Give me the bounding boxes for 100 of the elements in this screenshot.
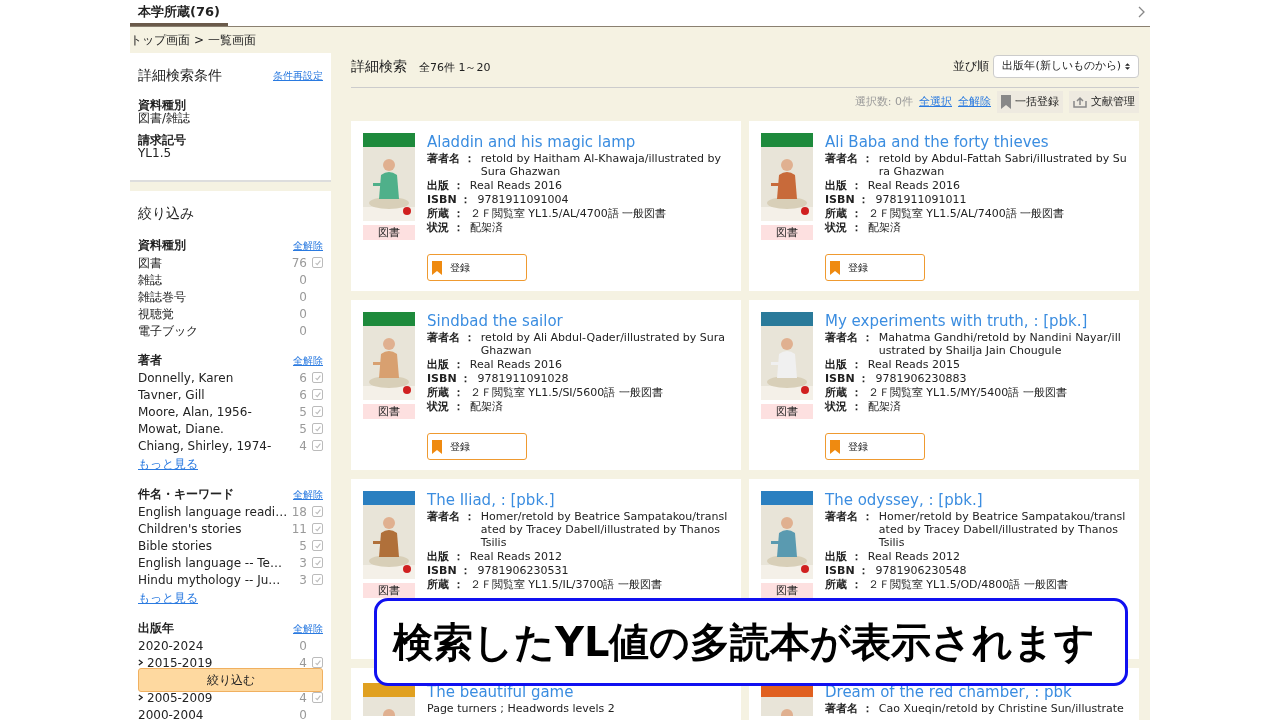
field-label: ISBN ： bbox=[427, 564, 472, 577]
field-label: 出版 ： bbox=[825, 179, 862, 192]
facet-count: 4 bbox=[299, 689, 307, 707]
register-button[interactable]: 登録 bbox=[825, 433, 925, 460]
show-more-link[interactable]: もっと見る bbox=[138, 589, 323, 607]
field-value: Real Reads 2015 bbox=[867, 358, 960, 371]
upload-icon bbox=[1073, 96, 1087, 108]
chevron-right-icon[interactable] bbox=[138, 694, 143, 701]
facet-label[interactable]: Tavner, Gill bbox=[138, 385, 300, 404]
facet-label[interactable]: 図書 bbox=[138, 253, 292, 272]
facet-label[interactable]: 雑誌巻号 bbox=[138, 287, 300, 306]
tab[interactable]: 本学所蔵(76) bbox=[130, 2, 228, 26]
facet-label[interactable]: 2000-2004 bbox=[138, 705, 300, 720]
checkbox[interactable] bbox=[312, 574, 323, 585]
facet-count: 6 bbox=[299, 369, 307, 387]
field-value: 9781906230531 bbox=[477, 564, 569, 577]
field-label: 出版 ： bbox=[825, 358, 862, 371]
facet-label[interactable]: Moore, Alan, 1956- bbox=[138, 402, 300, 421]
field-label: 著者名 ： bbox=[427, 331, 475, 346]
field-label: 出版 ： bbox=[427, 550, 464, 563]
clear-all-link[interactable]: 全解除 bbox=[958, 93, 991, 111]
facet-label[interactable]: Bible stories bbox=[138, 536, 300, 555]
book-title-link[interactable]: Sindbad the sailor bbox=[427, 312, 729, 330]
bookmark-icon bbox=[432, 260, 442, 275]
checkbox[interactable] bbox=[312, 692, 323, 703]
facet-label[interactable]: Hindu mythology -- Ju… bbox=[138, 570, 300, 589]
facet-label[interactable]: 電子ブック bbox=[138, 321, 300, 340]
book-title-link[interactable]: The odyssey, : [pbk.] bbox=[825, 491, 1127, 509]
field-value: 9781911091011 bbox=[875, 193, 967, 206]
field-label: 所蔵 ： bbox=[427, 207, 464, 220]
field-value: Real Reads 2012 bbox=[469, 550, 562, 563]
checkbox[interactable] bbox=[312, 523, 323, 534]
material-type-label: 図書 bbox=[363, 225, 415, 240]
facet-count: 4 bbox=[299, 437, 307, 455]
field-value: Homer/retold by Beatrice Sampatakou/translated by Tracey Dabell/illustrated by Thanos Tsilis bbox=[878, 510, 1127, 549]
facet-label[interactable]: English language readi… bbox=[138, 502, 292, 521]
facet-label[interactable]: 2020-2024 bbox=[138, 636, 300, 655]
field-value: Mahatma Gandhi/retold by Nandini Nayar/illustrated by Shailja Jain Chougule bbox=[878, 331, 1122, 357]
field-value: Real Reads 2016 bbox=[469, 358, 562, 371]
field-value: ２Ｆ閲覧室 YL1.5/SI/5600語 一般図書 bbox=[469, 386, 663, 399]
field-label: 著者名 ： bbox=[825, 510, 873, 525]
facet-count: 6 bbox=[299, 386, 307, 404]
field-value: Real Reads 2016 bbox=[469, 179, 562, 192]
facet-count: 18 bbox=[291, 503, 307, 521]
facet-label[interactable]: Chiang, Shirley, 1974- bbox=[138, 436, 300, 455]
sort-select[interactable]: 出版年(新しいものから) bbox=[993, 54, 1139, 78]
checkbox[interactable] bbox=[312, 372, 323, 383]
bulk-register-button[interactable]: 一括登録 bbox=[997, 91, 1063, 113]
bookmark-icon bbox=[1001, 95, 1011, 109]
checkbox[interactable] bbox=[312, 257, 323, 268]
checkbox[interactable] bbox=[312, 389, 323, 400]
field-value: 9781906230883 bbox=[875, 372, 967, 385]
checkbox[interactable] bbox=[312, 540, 323, 551]
clear-link[interactable]: 全解除 bbox=[293, 620, 323, 636]
material-type-label: 図書 bbox=[761, 404, 813, 419]
field-value: ２Ｆ閲覧室 YL1.5/IL/3700語 一般図書 bbox=[469, 578, 662, 591]
clear-link[interactable]: 全解除 bbox=[293, 352, 323, 368]
field-label: 所蔵 ： bbox=[427, 578, 464, 591]
facet-label[interactable]: Donnelly, Karen bbox=[138, 368, 300, 387]
facet-label[interactable]: Mowat, Diane. bbox=[138, 419, 300, 438]
book-title-link[interactable]: Aladdin and his magic lamp bbox=[427, 133, 729, 151]
breadcrumb-separator: > bbox=[194, 32, 205, 49]
refine-button[interactable]: 絞り込む bbox=[138, 668, 323, 692]
select-all-link[interactable]: 全選択 bbox=[919, 93, 952, 111]
facet-label[interactable]: 視聴覚 bbox=[138, 304, 300, 323]
field-label: 所蔵 ： bbox=[825, 207, 862, 220]
facet-count: 0 bbox=[299, 271, 307, 289]
checkbox[interactable] bbox=[312, 557, 323, 568]
group-title: 出版年 bbox=[138, 620, 174, 637]
checkbox[interactable] bbox=[312, 506, 323, 517]
chevron-right-icon[interactable] bbox=[138, 659, 143, 666]
clear-link[interactable]: 全解除 bbox=[293, 486, 323, 502]
checkbox[interactable] bbox=[312, 657, 323, 668]
field-label: 状況 ： bbox=[825, 400, 862, 413]
register-button[interactable]: 登録 bbox=[427, 254, 527, 281]
bookmark-icon bbox=[830, 260, 840, 275]
material-type-label: 図書 bbox=[761, 583, 813, 598]
reference-manager-button[interactable]: 文献管理 bbox=[1069, 91, 1139, 113]
show-more-link[interactable]: もっと見る bbox=[138, 455, 323, 473]
facet-label[interactable]: 雑誌 bbox=[138, 270, 300, 289]
clear-link[interactable]: 全解除 bbox=[293, 237, 323, 253]
facet-label[interactable]: English language -- Te… bbox=[138, 553, 300, 572]
breadcrumb-link[interactable]: トップ画面 bbox=[130, 31, 190, 49]
book-title-link[interactable]: My experiments with truth, : [pbk.] bbox=[825, 312, 1127, 330]
checkbox[interactable] bbox=[312, 423, 323, 434]
reset-link[interactable]: 条件再設定 bbox=[273, 68, 323, 83]
facet-label[interactable]: Children's stories bbox=[138, 519, 292, 538]
checkbox[interactable] bbox=[312, 440, 323, 451]
book-title-link[interactable]: Ali Baba and the forty thieves bbox=[825, 133, 1127, 151]
register-button[interactable]: 登録 bbox=[825, 254, 925, 281]
field-label: 所蔵 ： bbox=[825, 578, 862, 591]
register-button[interactable]: 登録 bbox=[427, 433, 527, 460]
bookmark-icon bbox=[432, 439, 442, 454]
book-title-link[interactable]: The Iliad, : [pbk.] bbox=[427, 491, 729, 509]
facet-count: 3 bbox=[299, 554, 307, 572]
facet-count: 5 bbox=[299, 420, 307, 438]
facet-count: 76 bbox=[291, 254, 307, 272]
facet-count: 3 bbox=[299, 571, 307, 589]
checkbox[interactable] bbox=[312, 406, 323, 417]
results-count: 全76件 1～20 bbox=[419, 59, 491, 76]
